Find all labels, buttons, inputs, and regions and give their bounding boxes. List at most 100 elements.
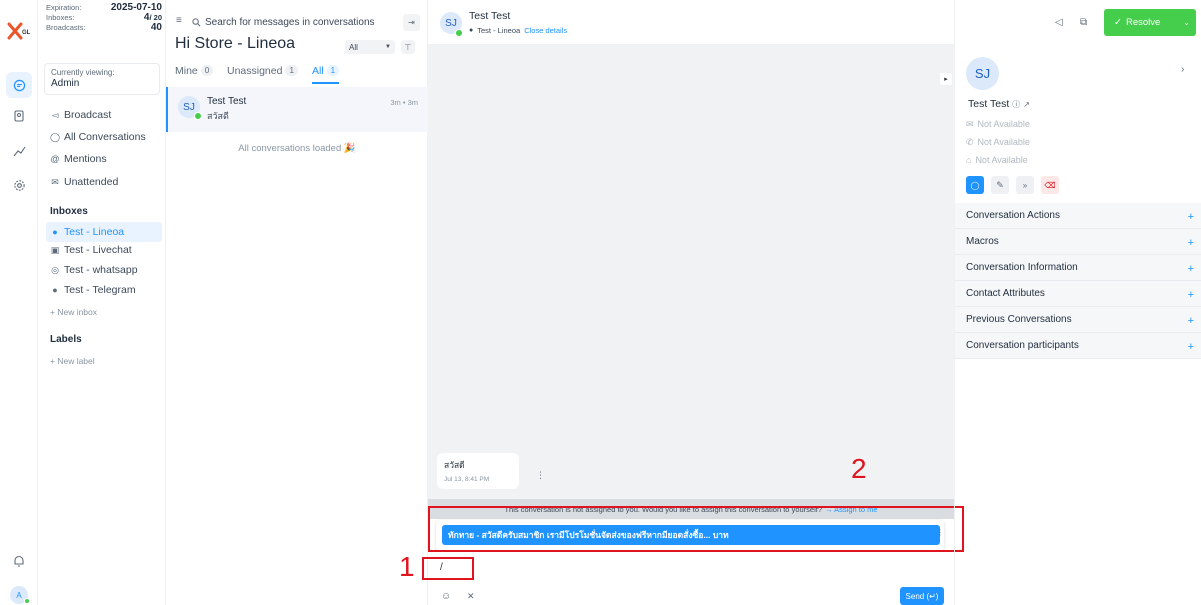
secondary-sidebar: Expiration: 2025-07-10 Inboxes: 4/ 20 Br… <box>38 0 166 605</box>
new-label-link[interactable]: + New label <box>50 356 95 366</box>
whatsapp-icon: ◎ <box>51 264 59 275</box>
logo[interactable]: GL <box>7 22 31 40</box>
line-channel-badge <box>194 112 202 120</box>
settings-icon[interactable] <box>6 172 32 198</box>
chat-header-meta: ● Test - Lineoa Close details <box>469 26 568 35</box>
contact-name-row: Test Test ⓘ ↗ <box>968 98 1030 110</box>
plus-icon: + <box>1187 315 1194 327</box>
search-icon <box>192 17 201 26</box>
close-details-link[interactable]: Close details <box>524 26 567 35</box>
nav-item-broadcast[interactable]: ◅ Broadcast <box>46 105 162 125</box>
nav-item-unattended[interactable]: ✉ Unattended <box>46 172 162 192</box>
line-icon: ● <box>469 27 474 34</box>
merge-icon: » <box>1022 180 1028 190</box>
conversations-icon[interactable] <box>6 72 32 98</box>
messages-area: ▸ สวัสดี Jul 13, 8:41 PM ⋮ <box>428 45 954 499</box>
inbox-item-whatsapp[interactable]: ◎ Test - whatsapp <box>46 260 162 280</box>
delete-contact-button[interactable]: ⌫ <box>1041 176 1059 194</box>
online-status-dot <box>24 598 30 604</box>
search-input[interactable]: Search for messages in conversations <box>205 17 375 28</box>
chat-icon: ◯ <box>970 180 980 190</box>
header-channel-badge <box>455 29 463 37</box>
inbox-item-telegram[interactable]: ● Test - Telegram <box>46 280 162 300</box>
menu-toggle-icon[interactable]: ≡ <box>176 15 182 26</box>
conversations-loaded-text: All conversations loaded 🎉 <box>238 143 356 154</box>
external-link-icon[interactable]: ↗ <box>1023 100 1030 109</box>
section-macros[interactable]: Macros + <box>955 229 1201 255</box>
send-button[interactable]: Send (↵) <box>900 587 944 605</box>
conversation-time: 3m • 3m <box>390 98 418 107</box>
collapse-icon[interactable]: ⇥ <box>403 14 420 31</box>
contacts-icon[interactable] <box>6 103 32 129</box>
plus-icon: + <box>1187 237 1194 249</box>
plus-icon: + <box>1187 289 1194 301</box>
trash-icon: ⌫ <box>1044 180 1056 190</box>
section-previous-conversations[interactable]: Previous Conversations + <box>955 307 1201 333</box>
expand-details-icon[interactable]: ▸ <box>940 73 952 85</box>
account-info: Expiration: 2025-07-10 Inboxes: 4/ 20 Br… <box>46 2 162 33</box>
new-inbox-link[interactable]: + New inbox <box>50 307 97 317</box>
conversation-preview: สวัสดี <box>207 111 229 121</box>
primary-sidebar: GL A <box>0 0 38 605</box>
livechat-icon: ▣ <box>50 244 60 255</box>
tab-mine[interactable]: Mine 0 <box>175 65 214 77</box>
pencil-icon: ✎ <box>996 179 1004 190</box>
contact-company: ⌂ Not Available <box>966 155 1028 165</box>
notifications-icon[interactable] <box>6 548 32 574</box>
filter-icon[interactable]: ⊤ <box>401 40 415 54</box>
message-text: สวัสดี <box>444 460 465 470</box>
line-icon: ● <box>52 227 58 237</box>
contact-avatar: SJ <box>966 57 999 90</box>
contact-email: ✉ Not Available <box>966 119 1030 129</box>
conversation-list-panel: ≡ Search for messages in conversations ⇥… <box>166 0 428 605</box>
telegram-icon: ● <box>52 285 58 295</box>
merge-contact-button[interactable]: » <box>1016 176 1034 194</box>
annotation-label-1: 1 <box>399 551 415 582</box>
section-conversation-participants[interactable]: Conversation participants + <box>955 333 1201 359</box>
inbox-item-livechat[interactable]: ▣ Test - Livechat <box>46 240 162 260</box>
nav-item-all-conversations[interactable]: ◯ All Conversations <box>46 127 162 147</box>
attach-icon[interactable]: ✕ <box>467 591 475 602</box>
contact-phone: ✆ Not Available <box>966 137 1030 147</box>
reports-icon[interactable] <box>6 138 32 164</box>
search-box[interactable]: Search for messages in conversations <box>192 13 400 31</box>
labels-heading: Labels <box>50 334 82 345</box>
megaphone-icon: ◅ <box>51 109 59 120</box>
plus-icon: + <box>1187 341 1194 353</box>
caret-down-icon: ▼ <box>385 44 391 50</box>
status-filter-select[interactable]: All ▼ <box>345 40 395 54</box>
annotation-label-2: 2 <box>851 453 867 484</box>
chat-header: SJ Test Test ● Test - Lineoa Close detai… <box>428 0 954 45</box>
tab-unassigned[interactable]: Unassigned 1 <box>227 65 298 77</box>
annotation-box-1 <box>422 557 474 580</box>
message-composer-input[interactable]: / <box>428 552 954 582</box>
chat-header-name: Test Test <box>469 10 511 22</box>
new-message-button[interactable]: ◯ <box>966 176 984 194</box>
message-menu-icon[interactable]: ⋮ <box>536 470 545 481</box>
inbox-item-lineoa[interactable]: ● Test - Lineoa <box>46 222 162 242</box>
chat-panel: SJ Test Test ● Test - Lineoa Close detai… <box>399 0 964 605</box>
message-time: Jul 13, 8:41 PM <box>444 476 490 483</box>
at-icon: @ <box>50 154 60 164</box>
chat-icon: ◯ <box>50 131 61 142</box>
tab-all[interactable]: All 1 <box>312 65 340 84</box>
contact-panel: SJ › Test Test ⓘ ↗ ✉ Not Available ✆ Not A… <box>954 0 1201 605</box>
phone-icon: ✆ <box>966 137 974 147</box>
svg-text:GL: GL <box>22 30 31 36</box>
section-conversation-actions[interactable]: Conversation Actions + <box>955 203 1201 229</box>
edit-contact-button[interactable]: ✎ <box>991 176 1009 194</box>
info-icon: ⓘ <box>1012 99 1021 109</box>
plus-icon: + <box>1187 211 1194 223</box>
conversation-item[interactable]: SJ Test Test สวัสดี 3m • 3m <box>166 87 428 132</box>
inboxes-heading: Inboxes <box>50 206 88 217</box>
mail-icon: ✉ <box>966 119 974 129</box>
current-view-box[interactable]: Currently viewing: Admin <box>44 63 160 95</box>
inbox-title: Hi Store - Lineoa <box>175 35 296 52</box>
emoji-icon[interactable]: ☺ <box>441 591 451 602</box>
annotation-box-2 <box>428 506 964 552</box>
panel-chevron-right-icon[interactable]: › <box>1181 64 1184 75</box>
conversation-name: Test Test <box>207 96 247 107</box>
section-contact-attributes[interactable]: Contact Attributes + <box>955 281 1201 307</box>
nav-item-mentions[interactable]: @ Mentions <box>46 149 162 169</box>
section-conversation-information[interactable]: Conversation Information + <box>955 255 1201 281</box>
